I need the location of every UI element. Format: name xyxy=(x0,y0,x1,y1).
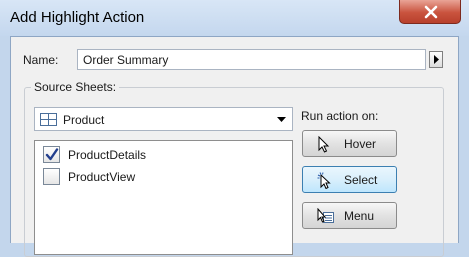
sheet-checkbox[interactable] xyxy=(43,168,60,185)
close-icon xyxy=(424,5,438,19)
name-input[interactable]: Order Summary xyxy=(77,49,426,70)
source-sheets-label: Source Sheets: xyxy=(31,80,120,94)
table-icon xyxy=(40,113,57,126)
pointer-icon xyxy=(318,136,330,153)
dialog-body: Name: Order Summary Source Sheets: Produ… xyxy=(10,36,459,257)
menu-pointer-icon xyxy=(317,208,334,223)
menu-button-label: Menu xyxy=(344,209,375,223)
click-pointer-icon xyxy=(317,172,331,189)
window-title: Add Highlight Action xyxy=(10,9,145,26)
sheet-checkbox[interactable] xyxy=(43,146,60,163)
title-bar: Add Highlight Action xyxy=(0,0,469,36)
sheet-label: ProductDetails xyxy=(68,148,147,162)
data-source-value: Product xyxy=(63,113,105,127)
play-arrow-icon xyxy=(434,55,439,64)
select-button-label: Select xyxy=(344,173,378,187)
select-button[interactable]: Select xyxy=(302,166,397,193)
chevron-down-icon xyxy=(277,117,286,122)
sheet-label: ProductView xyxy=(68,170,136,184)
menu-button[interactable]: Menu xyxy=(302,202,397,229)
hover-button[interactable]: Hover xyxy=(302,130,397,157)
sheet-list[interactable]: ProductDetails ProductView xyxy=(34,140,293,255)
close-button[interactable] xyxy=(399,0,461,24)
name-label: Name: xyxy=(23,53,59,67)
hover-button-label: Hover xyxy=(344,137,377,151)
checkmark-icon xyxy=(45,148,59,161)
name-insert-button[interactable] xyxy=(429,51,443,68)
run-action-label: Run action on: xyxy=(301,109,379,123)
data-source-dropdown[interactable]: Product xyxy=(34,107,293,131)
